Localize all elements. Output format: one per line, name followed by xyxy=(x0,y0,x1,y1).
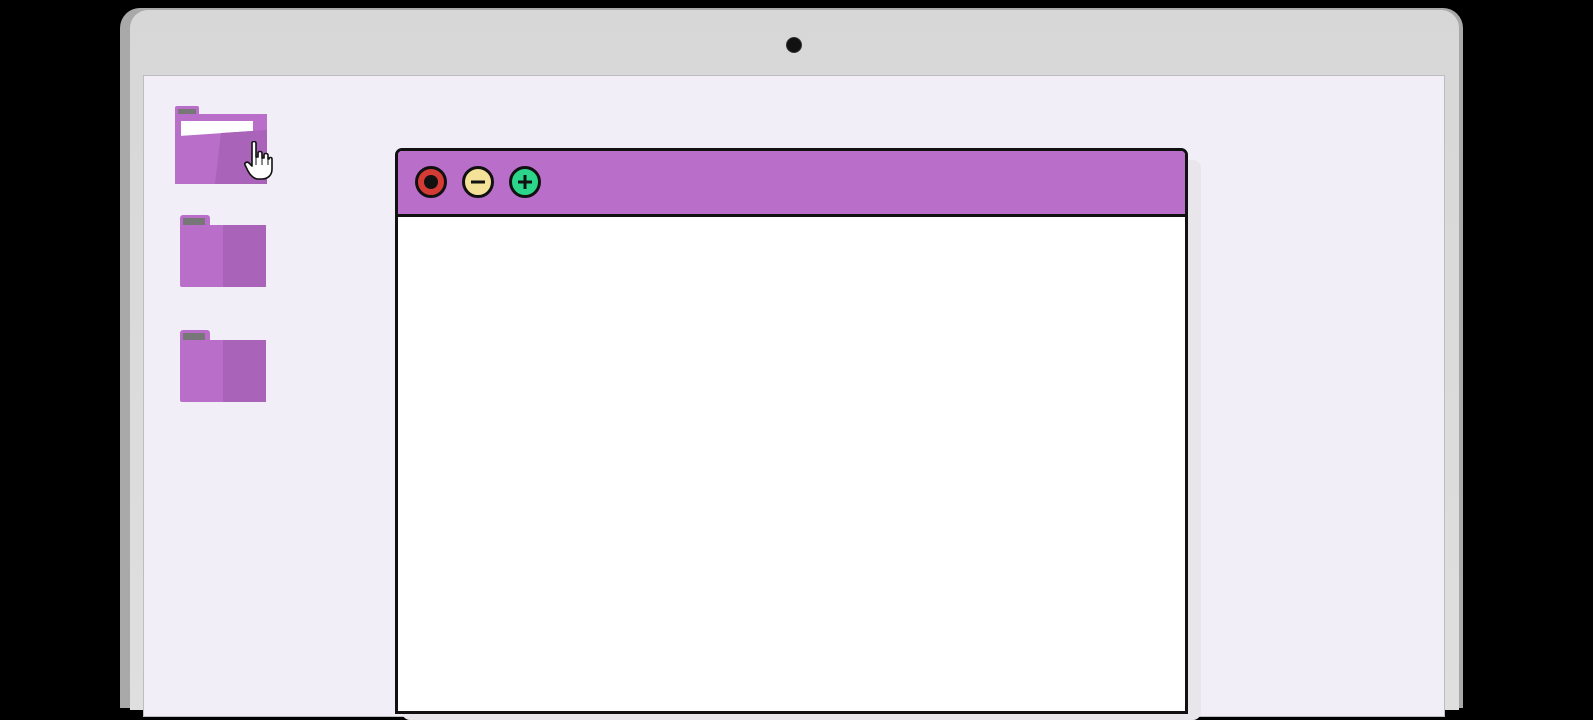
app-window xyxy=(395,148,1188,714)
close-icon xyxy=(424,175,438,189)
maximize-button[interactable] xyxy=(509,166,541,198)
webcam-icon xyxy=(786,37,802,53)
desktop-folder-3[interactable] xyxy=(180,330,280,410)
window-content[interactable] xyxy=(398,217,1185,711)
plus-icon xyxy=(518,175,532,189)
folder-icon xyxy=(180,330,266,402)
minus-icon xyxy=(471,180,485,184)
close-button[interactable] xyxy=(415,166,447,198)
minimize-button[interactable] xyxy=(462,166,494,198)
desktop-folder-2[interactable] xyxy=(180,215,280,295)
window-titlebar[interactable] xyxy=(398,151,1185,217)
hand-pointer-icon xyxy=(244,140,274,181)
folder-icon xyxy=(180,215,266,287)
